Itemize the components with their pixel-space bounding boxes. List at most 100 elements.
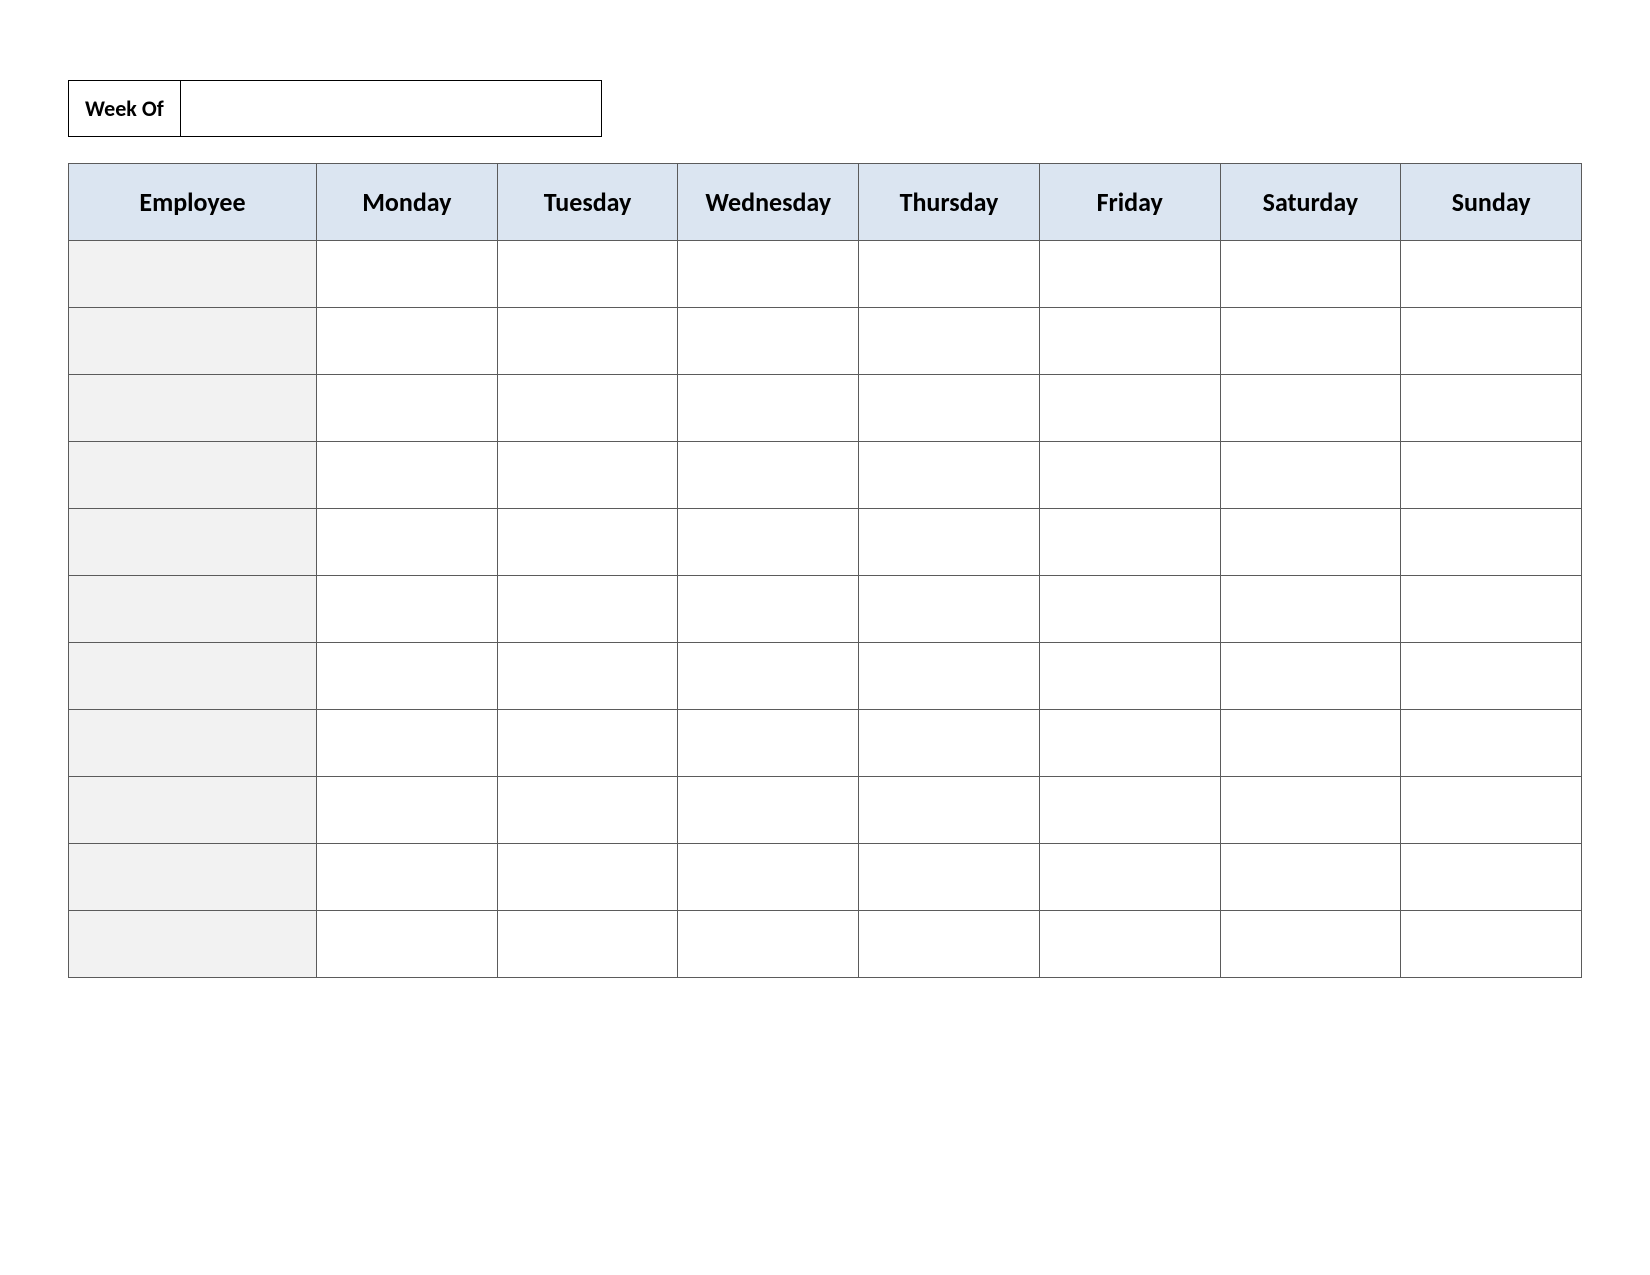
day-cell[interactable]: [678, 911, 859, 978]
day-cell[interactable]: [1401, 844, 1582, 911]
day-cell[interactable]: [1401, 576, 1582, 643]
day-cell[interactable]: [1039, 777, 1220, 844]
day-cell[interactable]: [1220, 509, 1401, 576]
employee-cell[interactable]: [69, 844, 317, 911]
day-cell[interactable]: [317, 308, 498, 375]
day-cell[interactable]: [1401, 241, 1582, 308]
day-cell[interactable]: [497, 375, 678, 442]
day-cell[interactable]: [1220, 308, 1401, 375]
day-cell[interactable]: [1220, 643, 1401, 710]
employee-cell[interactable]: [69, 777, 317, 844]
day-cell[interactable]: [317, 844, 498, 911]
day-cell[interactable]: [678, 710, 859, 777]
day-cell[interactable]: [497, 844, 678, 911]
table-row: [69, 643, 1582, 710]
day-cell[interactable]: [859, 241, 1040, 308]
day-cell[interactable]: [317, 375, 498, 442]
day-cell[interactable]: [678, 241, 859, 308]
day-cell[interactable]: [1039, 308, 1220, 375]
day-cell[interactable]: [317, 710, 498, 777]
day-cell[interactable]: [497, 710, 678, 777]
day-cell[interactable]: [1401, 375, 1582, 442]
employee-cell[interactable]: [69, 509, 317, 576]
day-cell[interactable]: [859, 442, 1040, 509]
day-cell[interactable]: [1401, 777, 1582, 844]
day-cell[interactable]: [1039, 844, 1220, 911]
week-of-input[interactable]: [180, 80, 602, 137]
day-cell[interactable]: [1401, 911, 1582, 978]
day-cell[interactable]: [497, 576, 678, 643]
day-cell[interactable]: [1039, 375, 1220, 442]
day-cell[interactable]: [1401, 442, 1582, 509]
day-cell[interactable]: [678, 308, 859, 375]
day-cell[interactable]: [497, 241, 678, 308]
schedule-body: [69, 241, 1582, 978]
day-cell[interactable]: [678, 643, 859, 710]
employee-cell[interactable]: [69, 710, 317, 777]
day-cell[interactable]: [859, 576, 1040, 643]
day-cell[interactable]: [1039, 442, 1220, 509]
day-cell[interactable]: [859, 844, 1040, 911]
day-cell[interactable]: [1401, 509, 1582, 576]
day-cell[interactable]: [497, 308, 678, 375]
day-cell[interactable]: [1401, 643, 1582, 710]
day-cell[interactable]: [1220, 777, 1401, 844]
day-cell[interactable]: [1220, 911, 1401, 978]
day-cell[interactable]: [317, 643, 498, 710]
day-cell[interactable]: [317, 241, 498, 308]
day-cell[interactable]: [859, 710, 1040, 777]
day-cell[interactable]: [317, 442, 498, 509]
day-cell[interactable]: [1039, 241, 1220, 308]
day-cell[interactable]: [1039, 509, 1220, 576]
header-row: Employee Monday Tuesday Wednesday Thursd…: [69, 164, 1582, 241]
day-cell[interactable]: [497, 911, 678, 978]
day-cell[interactable]: [859, 308, 1040, 375]
day-cell[interactable]: [1039, 643, 1220, 710]
day-cell[interactable]: [1220, 375, 1401, 442]
employee-cell[interactable]: [69, 375, 317, 442]
day-cell[interactable]: [1039, 576, 1220, 643]
col-sunday: Sunday: [1401, 164, 1582, 241]
day-cell[interactable]: [1220, 710, 1401, 777]
day-cell[interactable]: [678, 844, 859, 911]
table-row: [69, 844, 1582, 911]
day-cell[interactable]: [497, 442, 678, 509]
day-cell[interactable]: [497, 509, 678, 576]
day-cell[interactable]: [678, 509, 859, 576]
day-cell[interactable]: [1220, 442, 1401, 509]
day-cell[interactable]: [317, 911, 498, 978]
table-row: [69, 777, 1582, 844]
day-cell[interactable]: [678, 777, 859, 844]
day-cell[interactable]: [317, 777, 498, 844]
page: Week Of Employee Monday Tuesday Wednesda…: [0, 0, 1650, 978]
day-cell[interactable]: [1220, 844, 1401, 911]
employee-cell[interactable]: [69, 308, 317, 375]
day-cell[interactable]: [678, 576, 859, 643]
day-cell[interactable]: [678, 375, 859, 442]
employee-cell[interactable]: [69, 643, 317, 710]
day-cell[interactable]: [497, 777, 678, 844]
employee-cell[interactable]: [69, 576, 317, 643]
col-saturday: Saturday: [1220, 164, 1401, 241]
day-cell[interactable]: [859, 509, 1040, 576]
day-cell[interactable]: [497, 643, 678, 710]
day-cell[interactable]: [317, 576, 498, 643]
col-wednesday: Wednesday: [678, 164, 859, 241]
employee-cell[interactable]: [69, 241, 317, 308]
day-cell[interactable]: [1220, 576, 1401, 643]
day-cell[interactable]: [1220, 241, 1401, 308]
day-cell[interactable]: [1401, 710, 1582, 777]
day-cell[interactable]: [859, 911, 1040, 978]
day-cell[interactable]: [859, 643, 1040, 710]
day-cell[interactable]: [859, 375, 1040, 442]
day-cell[interactable]: [859, 777, 1040, 844]
employee-cell[interactable]: [69, 911, 317, 978]
table-row: [69, 710, 1582, 777]
day-cell[interactable]: [1039, 710, 1220, 777]
day-cell[interactable]: [1401, 308, 1582, 375]
schedule-table: Employee Monday Tuesday Wednesday Thursd…: [68, 163, 1582, 978]
employee-cell[interactable]: [69, 442, 317, 509]
day-cell[interactable]: [678, 442, 859, 509]
day-cell[interactable]: [1039, 911, 1220, 978]
day-cell[interactable]: [317, 509, 498, 576]
